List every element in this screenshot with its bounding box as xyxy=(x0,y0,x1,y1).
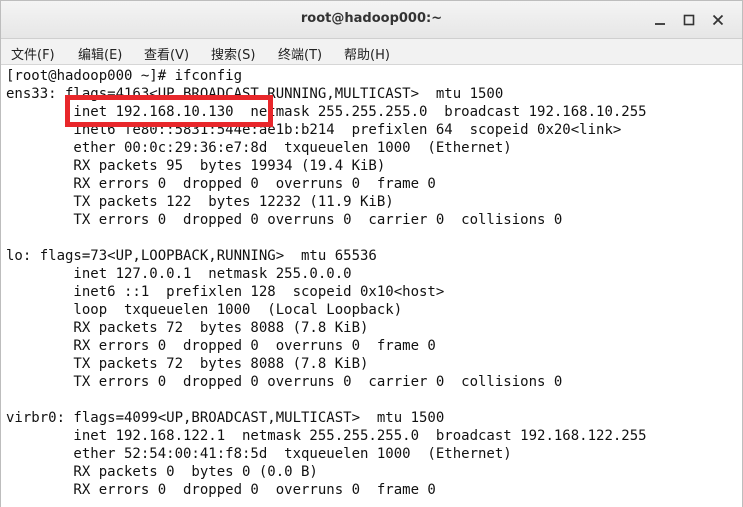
terminal-window: root@hadoop000:~ 文件(F) 编辑(E) 查看(V) 搜索(S)… xyxy=(0,0,743,507)
terminal-line: ether 00:0c:29:36:e7:8d txqueuelen 1000 … xyxy=(6,140,512,156)
terminal-line: TX packets 72 bytes 8088 (7.8 KiB) xyxy=(6,356,369,372)
terminal-line: TX errors 0 dropped 0 overruns 0 carrier… xyxy=(6,374,563,390)
terminal-line: RX errors 0 dropped 0 overruns 0 frame 0 xyxy=(6,482,436,498)
terminal-line: loop txqueuelen 1000 (Local Loopback) xyxy=(6,302,403,318)
title-bar[interactable]: root@hadoop000:~ xyxy=(1,1,742,39)
terminal-line: inet 192.168.122.1 netmask 255.255.255.0… xyxy=(6,428,647,444)
terminal-line: [root@hadoop000 ~]# ifconfig xyxy=(6,68,243,84)
terminal-line: RX errors 0 dropped 0 overruns 0 frame 0 xyxy=(6,176,436,192)
menu-file[interactable]: 文件(F) xyxy=(11,44,55,63)
minimize-button[interactable] xyxy=(652,12,668,28)
minimize-icon xyxy=(655,23,665,25)
close-button[interactable] xyxy=(710,12,726,28)
menu-help[interactable]: 帮助(H) xyxy=(344,44,390,63)
terminal-line: RX packets 95 bytes 19934 (19.4 KiB) xyxy=(6,158,386,174)
terminal-line: RX packets 72 bytes 8088 (7.8 KiB) xyxy=(6,320,369,336)
menu-edit[interactable]: 编辑(E) xyxy=(78,44,122,63)
maximize-button[interactable] xyxy=(681,12,697,28)
close-icon xyxy=(712,14,724,26)
terminal-line: lo: flags=73<UP,LOOPBACK,RUNNING> mtu 65… xyxy=(6,248,377,264)
terminal-output[interactable]: [root@hadoop000 ~]# ifconfig ens33: flag… xyxy=(1,65,742,507)
terminal-line: inet 127.0.0.1 netmask 255.0.0.0 xyxy=(6,266,352,282)
terminal-line: RX packets 0 bytes 0 (0.0 B) xyxy=(6,464,318,480)
window-title: root@hadoop000:~ xyxy=(300,11,443,26)
terminal-line: TX errors 0 dropped 0 overruns 0 carrier… xyxy=(6,212,563,228)
highlight-annotation-box xyxy=(65,95,273,127)
menu-search[interactable]: 搜索(S) xyxy=(211,44,255,63)
terminal-line: inet6 ::1 prefixlen 128 scopeid 0x10<hos… xyxy=(6,284,445,300)
menu-terminal[interactable]: 终端(T) xyxy=(278,44,322,63)
terminal-line: TX packets 122 bytes 12232 (11.9 KiB) xyxy=(6,194,394,210)
terminal-line: virbr0: flags=4099<UP,BROADCAST,MULTICAS… xyxy=(6,410,445,426)
menu-bar: 文件(F) 编辑(E) 查看(V) 搜索(S) 终端(T) 帮助(H) xyxy=(1,39,742,65)
terminal-line: RX errors 0 dropped 0 overruns 0 frame 0 xyxy=(6,338,436,354)
maximize-icon xyxy=(683,14,695,26)
menu-view[interactable]: 查看(V) xyxy=(144,44,189,63)
terminal-line: ether 52:54:00:41:f8:5d txqueuelen 1000 … xyxy=(6,446,512,462)
